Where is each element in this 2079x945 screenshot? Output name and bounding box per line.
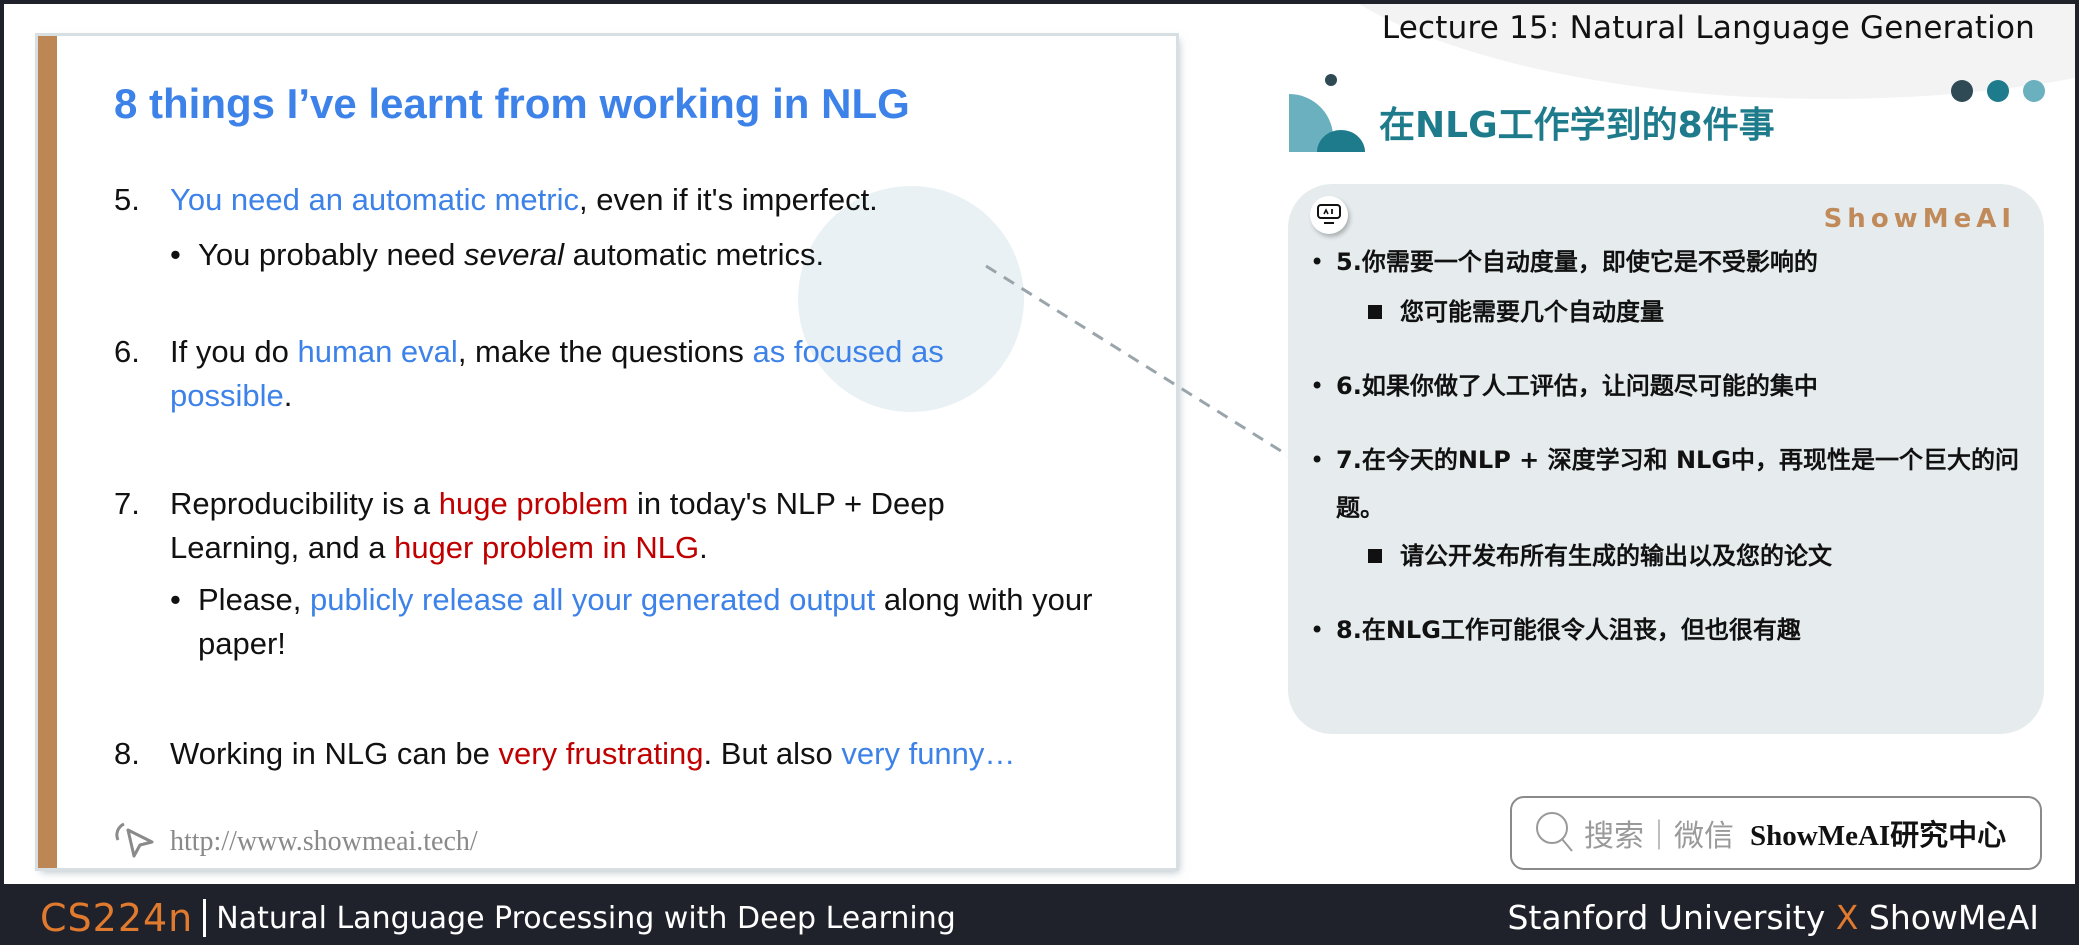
wechat-search-box[interactable]: 搜索｜微信 ShowMeAI研究中心 <box>1510 796 2042 870</box>
search-brand-text: ShowMeAI研究中心 <box>1750 820 2007 852</box>
course-name: Natural Language Processing with Deep Le… <box>216 900 956 936</box>
item-text: You need an automatic metric, even if it… <box>170 182 878 217</box>
item-number: 8. <box>114 736 140 771</box>
slide-canvas: Lecture 15: Natural Language Generation … <box>4 4 2075 884</box>
decorative-dots <box>1951 80 2045 102</box>
dot-teal <box>1987 80 2009 102</box>
item-number: 6. <box>114 334 140 369</box>
url-text[interactable]: http://www.showmeai.tech/ <box>170 826 478 858</box>
cursor-click-icon <box>114 818 170 866</box>
decorative-shapes <box>1289 66 1375 157</box>
translation-card: ShowMeAI • 5.你需要一个自动度量，即使它是不受影响的 您可能需要几个自… <box>1288 184 2044 734</box>
footer-showmeai: ShowMeAI <box>1868 898 2039 937</box>
bullet: • <box>170 237 181 272</box>
footer-divider <box>203 899 207 937</box>
item-text: Working in NLG can be very frustrating. … <box>170 736 1016 771</box>
original-slide: 8 things I’ve learnt from working in NLG… <box>38 36 1176 868</box>
square-bullet <box>1368 549 1382 563</box>
website-link[interactable]: http://www.showmeai.tech/ <box>114 818 478 866</box>
dot-light <box>2023 80 2045 102</box>
item-text: If you do human eval, make the questions… <box>170 334 944 413</box>
lecture-title: Lecture 15: Natural Language Generation <box>1381 10 2035 46</box>
item-number: 7. <box>114 486 140 521</box>
sub-item-text: You probably need several automatic metr… <box>198 237 825 272</box>
course-code: CS224n <box>40 896 194 940</box>
footer-course: CS224n Natural Language Processing with … <box>40 896 956 940</box>
footer-credits: Stanford University X ShowMeAI <box>1508 898 2039 937</box>
sub-item-text: Please, publicly release all your genera… <box>198 582 1093 661</box>
square-bullet <box>1368 305 1382 319</box>
ai-robot-icon <box>1310 196 1348 234</box>
search-placeholder: 搜索｜微信 <box>1584 819 1734 854</box>
search-icon <box>1532 809 1576 858</box>
dot-dark <box>1951 80 1973 102</box>
panel-title: 在NLG工作学到的8件事 <box>1379 105 1775 146</box>
item-text: Reproducibility is a huge problem in tod… <box>170 486 945 565</box>
item-number: 5. <box>114 182 140 217</box>
bullet: • <box>170 582 181 617</box>
slide-title: 8 things I’ve learnt from working in NLG <box>114 80 910 127</box>
slide-accent-bar <box>38 36 57 868</box>
footer-stanford: Stanford University <box>1507 898 1826 937</box>
brand-watermark: ShowMeAI <box>1823 204 2016 234</box>
footer-x: X <box>1835 898 1859 937</box>
